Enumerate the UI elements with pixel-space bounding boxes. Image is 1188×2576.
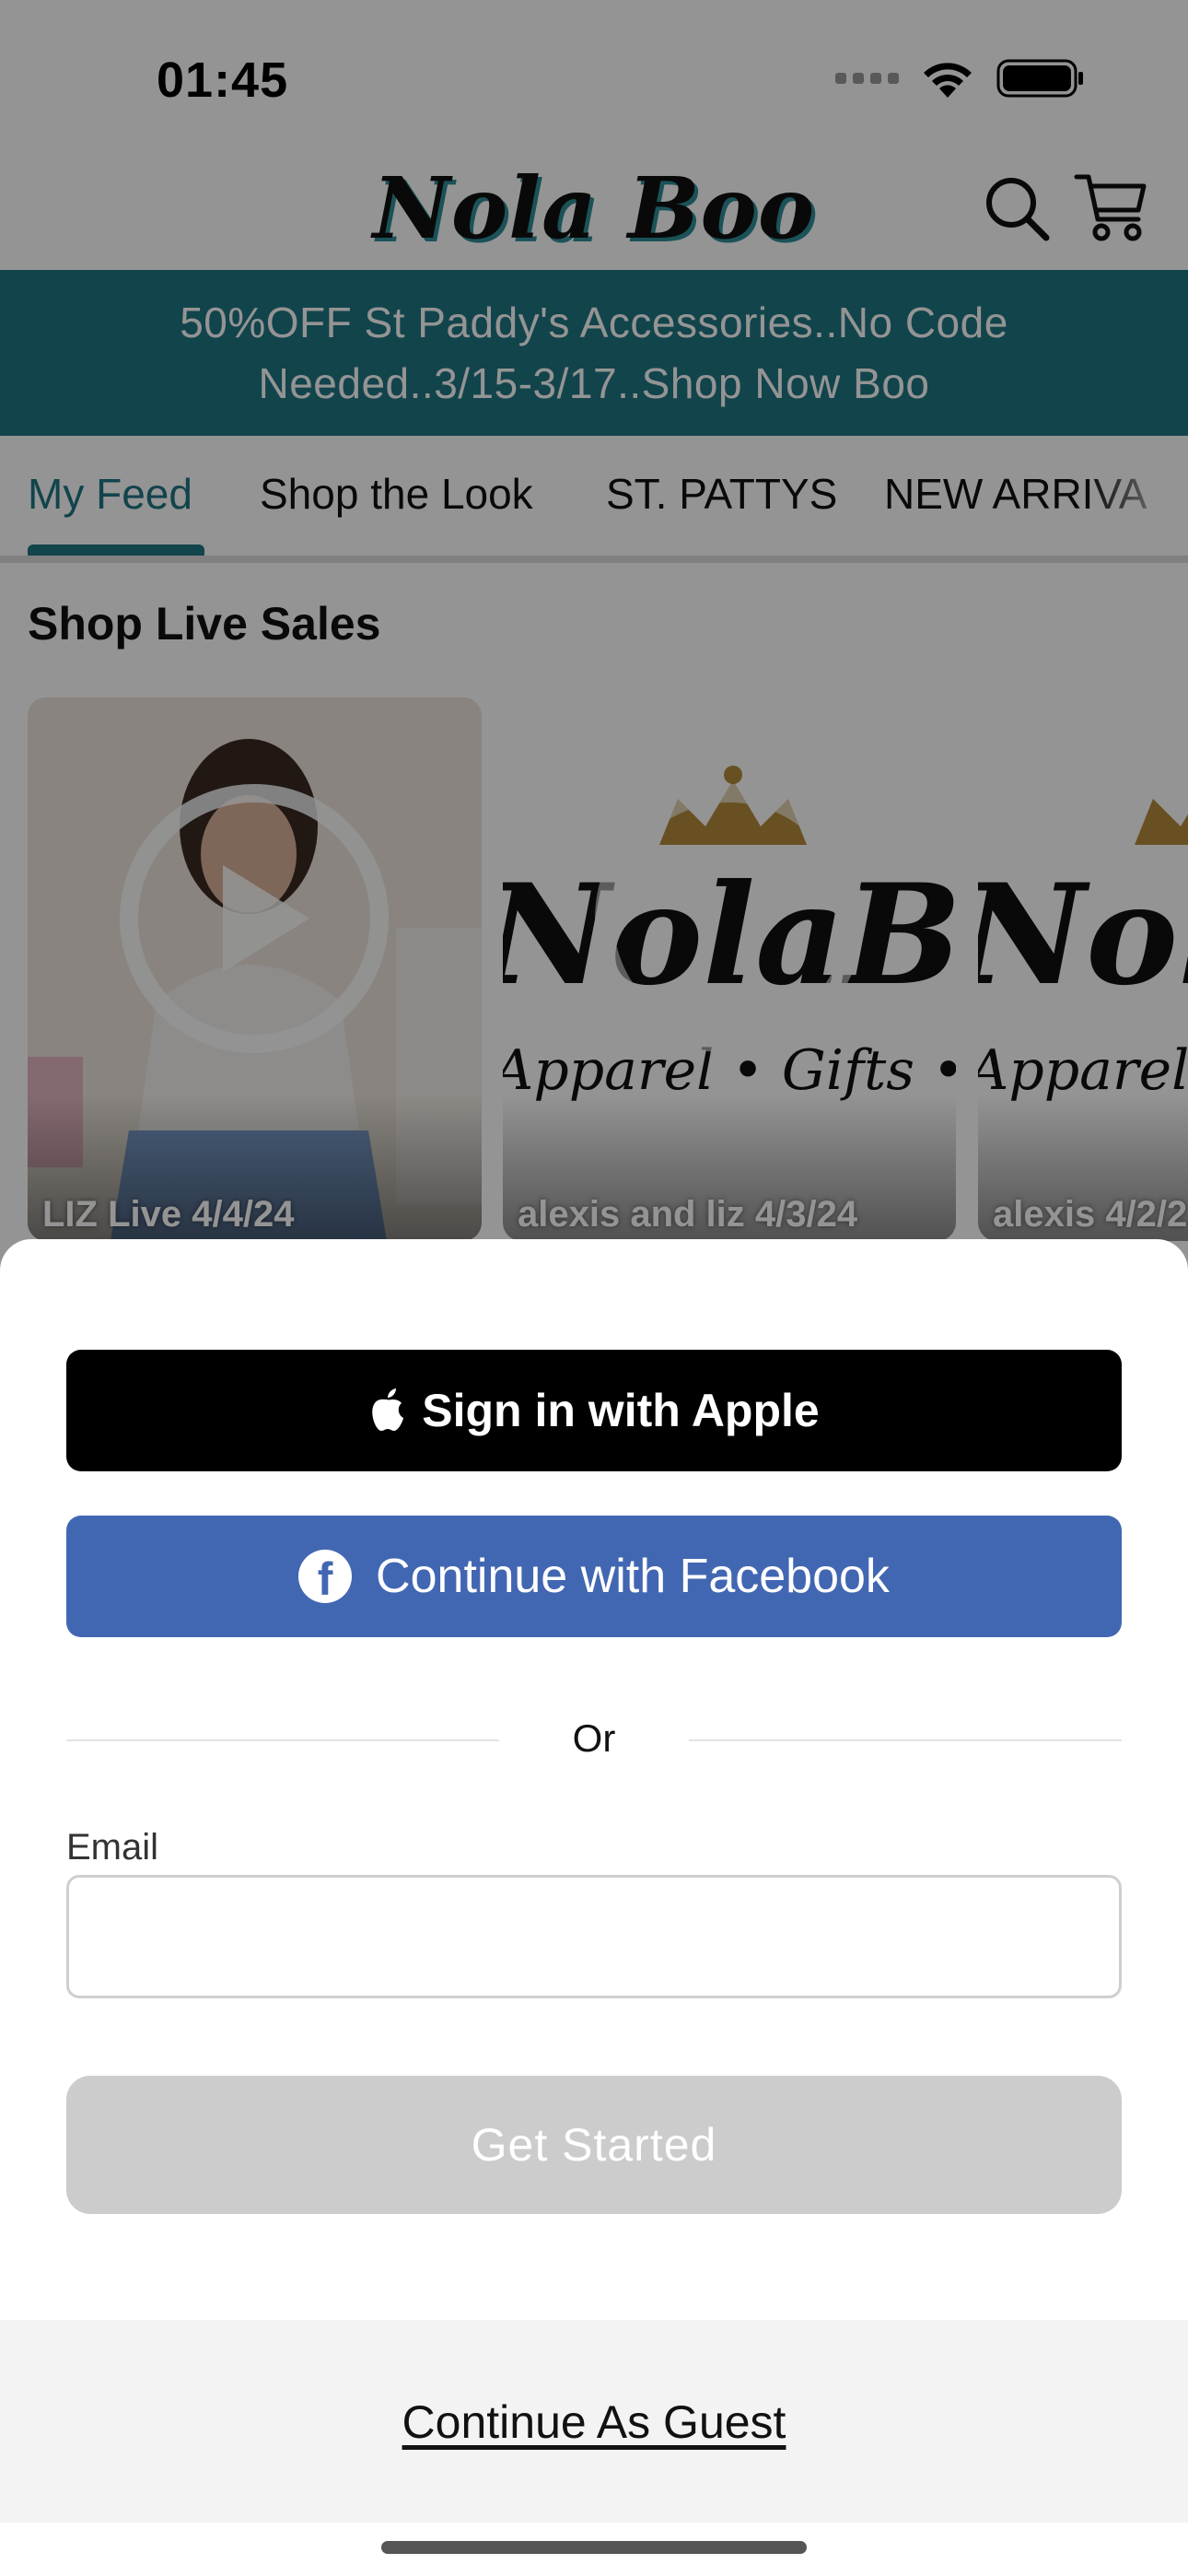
apple-icon xyxy=(372,1388,404,1431)
email-input[interactable] xyxy=(66,1875,1122,1998)
or-divider: Or xyxy=(572,1716,616,1760)
sign-in-with-apple-button[interactable]: Sign in with Apple xyxy=(66,1350,1122,1471)
sign-in-with-apple-label: Sign in with Apple xyxy=(422,1385,820,1436)
guest-area: Continue As Guest xyxy=(0,2320,1188,2523)
facebook-icon: f xyxy=(298,1550,353,1605)
continue-with-facebook-label: Continue with Facebook xyxy=(376,1550,890,1603)
continue-with-facebook-button[interactable]: f Continue with Facebook xyxy=(66,1516,1122,1637)
email-label: Email xyxy=(66,1827,159,1868)
divider-line-right xyxy=(689,1739,1122,1741)
continue-as-guest-link[interactable]: Continue As Guest xyxy=(0,2395,1188,2449)
get-started-button[interactable]: Get Started xyxy=(66,2076,1122,2214)
login-sheet: Sign in with Apple f Continue with Faceb… xyxy=(0,1239,1188,2576)
home-indicator[interactable] xyxy=(381,2541,807,2554)
